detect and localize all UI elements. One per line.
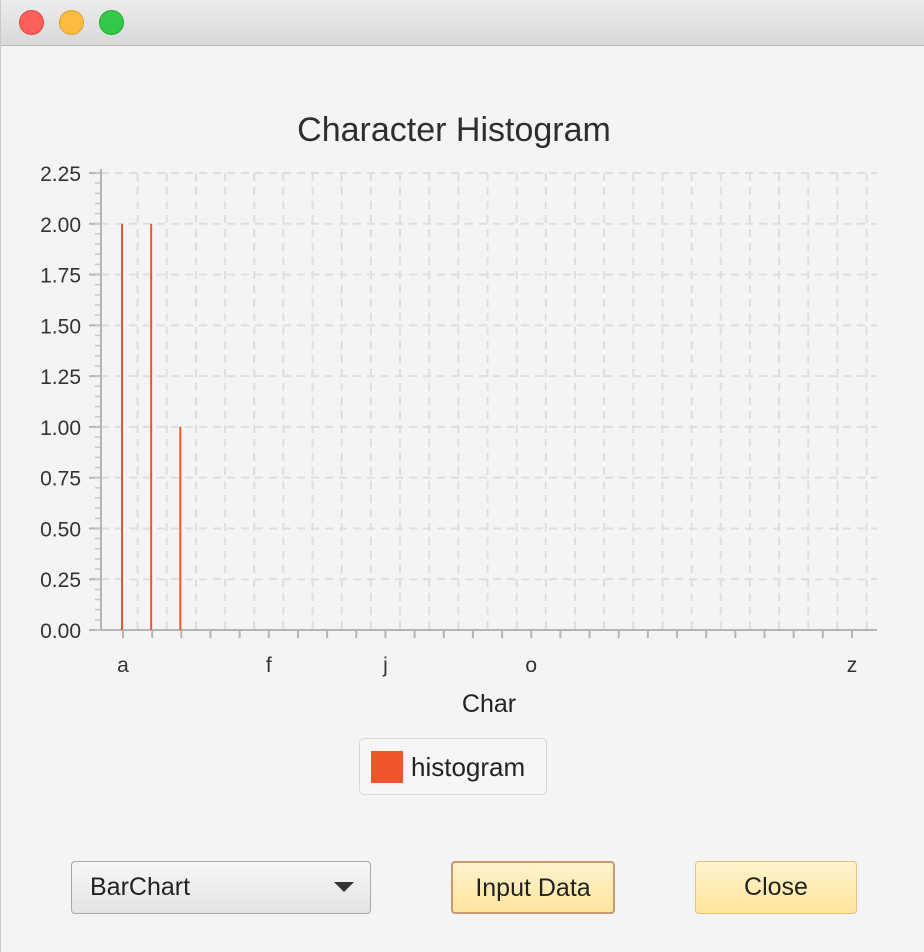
legend-label: histogram xyxy=(411,752,525,783)
y-tick-label: 0.75 xyxy=(40,468,81,491)
y-tick-label: 1.25 xyxy=(40,366,81,389)
window-content: Character Histogram 0.000.250.500.751.00… xyxy=(1,47,924,952)
minimize-window-icon[interactable] xyxy=(59,10,84,35)
input-data-button[interactable]: Input Data xyxy=(451,861,615,914)
maximize-window-icon[interactable] xyxy=(99,10,124,35)
chart-legend: histogram xyxy=(359,738,547,795)
y-tick-label: 1.50 xyxy=(40,315,81,338)
bar xyxy=(179,427,181,630)
bar xyxy=(150,224,152,630)
close-window-icon[interactable] xyxy=(19,10,44,35)
app-window: Character Histogram 0.000.250.500.751.00… xyxy=(0,0,924,952)
title-bar xyxy=(1,0,924,46)
legend-swatch xyxy=(371,751,403,783)
y-tick-label: 0.50 xyxy=(40,518,81,541)
y-tick-label: 2.00 xyxy=(40,214,81,237)
y-tick-label: 0.00 xyxy=(40,620,81,643)
x-tick-label: j xyxy=(382,654,388,677)
x-tick-label: z xyxy=(847,654,858,677)
close-button[interactable]: Close xyxy=(695,861,857,914)
y-tick-label: 1.00 xyxy=(40,417,81,440)
y-tick-label: 1.75 xyxy=(40,265,81,288)
bar xyxy=(121,224,123,630)
x-axis-label: Char xyxy=(462,690,516,718)
x-tick-label: a xyxy=(117,654,129,677)
histogram-chart: 0.00 0.25 0.50 0.75 1.00 1.25 1.50 1.75 2.00 2.25… xyxy=(1,47,924,747)
chevron-down-icon xyxy=(334,882,354,892)
x-tick-label: o xyxy=(525,654,537,677)
y-tick-label: 0.25 xyxy=(40,569,81,592)
y-tick-label: 2.25 xyxy=(40,163,81,186)
chart-type-select[interactable]: BarChart xyxy=(71,861,371,914)
chart-type-value: BarChart xyxy=(90,873,190,902)
x-tick-label: f xyxy=(266,654,272,677)
